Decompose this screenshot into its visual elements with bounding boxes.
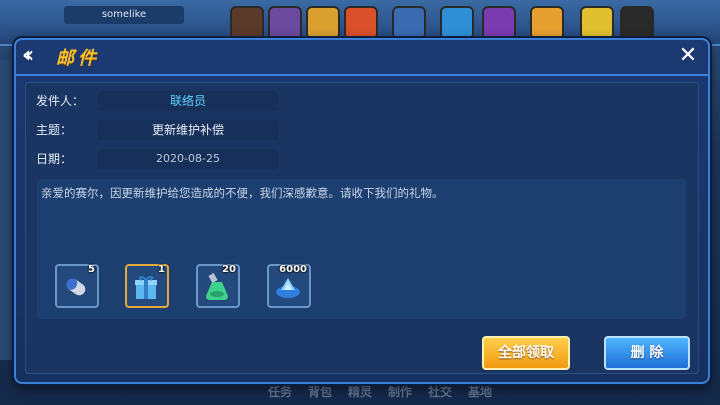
- mail-dialog: ‹‹ 邮件 ✕ 发件人： 联络员 主题： 更新维护补偿 日期： 2020-08-…: [14, 38, 710, 384]
- attachment-count: 5: [88, 264, 95, 275]
- mail-panel: 发件人： 联络员 主题： 更新维护补偿 日期： 2020-08-25 亲爱的赛尔…: [25, 82, 699, 374]
- menu-icon: [230, 6, 264, 40]
- gift-box-icon: [135, 275, 157, 299]
- menu-icon: [268, 6, 302, 40]
- nav-item[interactable]: 基地: [468, 383, 492, 400]
- menu-icon: [580, 6, 614, 40]
- attachment-count: 6000: [279, 264, 307, 275]
- attachment-item[interactable]: 5: [55, 264, 99, 308]
- back-arrow-icon[interactable]: ‹‹: [22, 45, 46, 67]
- menu-icon: [392, 6, 426, 40]
- menu-icon: [482, 6, 516, 40]
- dialog-header: ‹‹ 邮件 ✕: [16, 40, 708, 76]
- player-name: somelike: [64, 6, 184, 24]
- date-row: 日期： 2020-08-25: [36, 149, 336, 169]
- nav-item[interactable]: 制作: [388, 383, 412, 400]
- nav-item[interactable]: 任务: [268, 383, 292, 400]
- delete-button[interactable]: 删 除: [604, 336, 690, 370]
- subject-row: 主题： 更新维护补偿: [36, 120, 336, 140]
- sender-label: 发件人：: [36, 94, 85, 108]
- sender-value: 联络员: [98, 91, 278, 111]
- attachment-item[interactable]: 20: [196, 264, 240, 308]
- menu-icon: [440, 6, 474, 40]
- sender-row: 发件人： 联络员: [36, 91, 336, 111]
- attachment-count: 20: [222, 264, 236, 275]
- dialog-title: 邮件: [56, 48, 100, 69]
- close-icon[interactable]: ✕: [676, 44, 700, 68]
- nav-item[interactable]: 背包: [308, 383, 332, 400]
- gem-crystal-icon: [276, 278, 300, 298]
- date-value: 2020-08-25: [98, 149, 278, 169]
- potion-flask-icon: [206, 273, 228, 300]
- menu-icon: [620, 6, 654, 40]
- subject-label: 主题：: [36, 123, 73, 137]
- menu-icon: [344, 6, 378, 40]
- nav-item[interactable]: 社交: [428, 383, 452, 400]
- side-panel: [0, 60, 12, 360]
- menu-icon: [530, 6, 564, 40]
- claim-all-button[interactable]: 全部领取: [482, 336, 570, 370]
- message-box: 亲爱的赛尔，因更新维护给您造成的不便，我们深感歉意。请收下我们的礼物。 5 1 …: [37, 179, 686, 319]
- attachment-count: 1: [158, 264, 165, 275]
- capsule-icon: [66, 278, 86, 296]
- attachment-item[interactable]: 1: [125, 264, 169, 308]
- date-label: 日期：: [36, 152, 73, 166]
- subject-value: 更新维护补偿: [98, 120, 278, 140]
- message-text: 亲爱的赛尔，因更新维护给您造成的不便，我们深感歉意。请收下我们的礼物。: [41, 186, 444, 200]
- nav-item[interactable]: 精灵: [348, 383, 372, 400]
- menu-icon: [306, 6, 340, 40]
- attachment-item[interactable]: 6000: [267, 264, 311, 308]
